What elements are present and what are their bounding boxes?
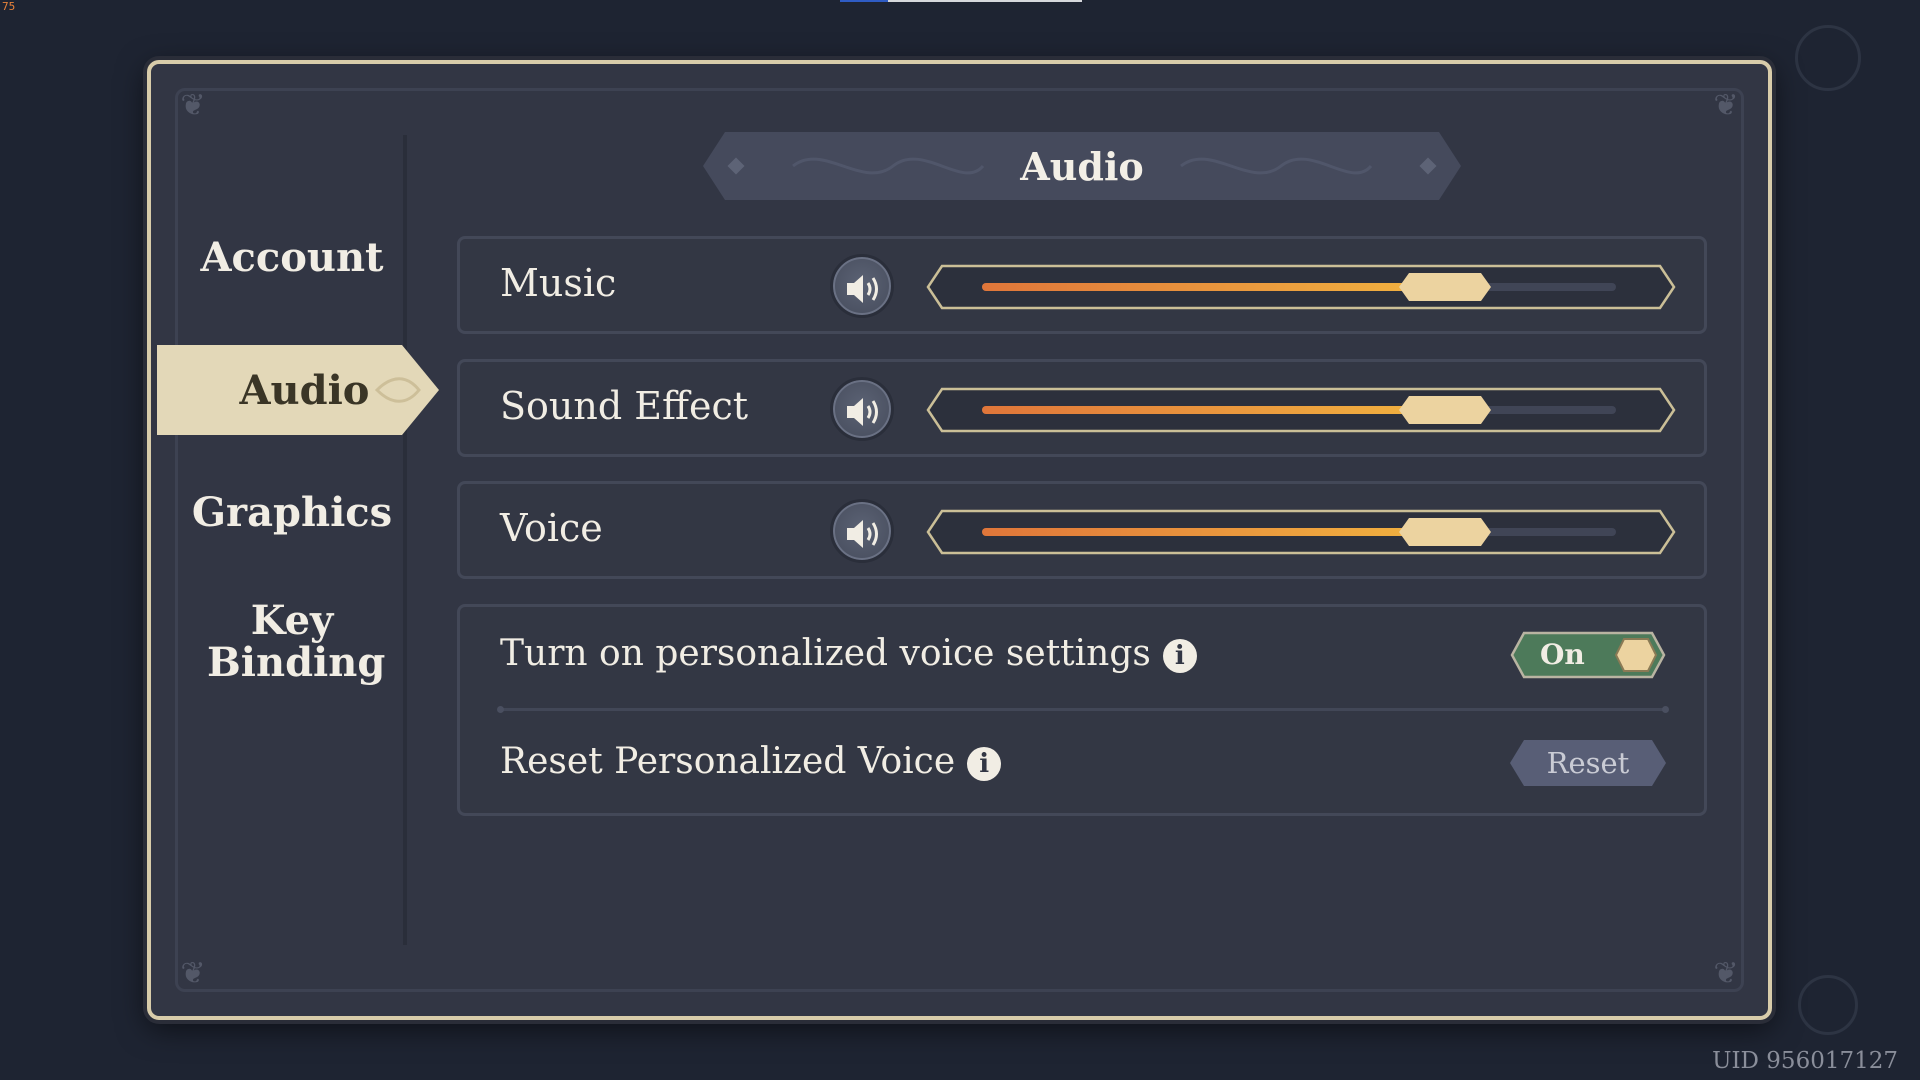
section-header: Audio: [703, 132, 1461, 200]
toggle-state-label: On: [1540, 638, 1585, 671]
sidebar-item-account[interactable]: Account: [147, 234, 437, 281]
sidebar-item-audio[interactable]: Audio: [157, 345, 442, 435]
volume-row-music: Music: [457, 236, 1707, 334]
slider-thumb[interactable]: [1398, 396, 1491, 424]
sidebar-item-label: Audio: [239, 366, 370, 414]
personalized-voice-toggle[interactable]: On: [1510, 631, 1666, 679]
corner-ornament-icon: ❦: [1713, 88, 1739, 123]
music-volume-slider[interactable]: [926, 264, 1676, 310]
background-play-icon: [1795, 25, 1861, 91]
voice-volume-slider[interactable]: [926, 509, 1676, 555]
personalized-voice-box: Turn on personalized voice settings i On …: [457, 604, 1707, 816]
fps-counter: 75: [2, 0, 16, 13]
speaker-icon[interactable]: [830, 377, 894, 441]
page-title: Audio: [1020, 143, 1144, 189]
reset-button[interactable]: Reset: [1510, 740, 1666, 786]
divider: [497, 706, 1669, 713]
personalized-toggle-label: Turn on personalized voice settings: [500, 633, 1151, 674]
slider-fill: [982, 406, 1445, 414]
personalized-reset-row: Reset Personalized Voice i: [500, 741, 1002, 782]
slider-thumb[interactable]: [1398, 273, 1491, 301]
corner-ornament-icon: ❦: [1713, 956, 1739, 991]
reset-button-label: Reset: [1546, 746, 1630, 780]
row-label: Sound Effect: [500, 384, 749, 428]
slider-fill: [982, 283, 1445, 291]
reset-voice-label: Reset Personalized Voice: [500, 741, 956, 782]
user-id-label: UID 956017127: [1712, 1048, 1898, 1074]
volume-row-voice: Voice: [457, 481, 1707, 579]
sound-effect-volume-slider[interactable]: [926, 387, 1676, 433]
speaker-icon[interactable]: [830, 254, 894, 318]
info-icon[interactable]: i: [967, 747, 1002, 781]
personalized-toggle-row: Turn on personalized voice settings i: [500, 633, 1197, 674]
sidebar-item-key-binding[interactable]: Key Binding: [147, 600, 437, 684]
background-skip-icon: [1798, 975, 1858, 1035]
corner-ornament-icon: ❦: [180, 88, 206, 123]
slider-fill: [982, 528, 1445, 536]
row-label: Voice: [500, 506, 603, 550]
info-icon[interactable]: i: [1162, 639, 1197, 673]
slider-thumb[interactable]: [1398, 518, 1491, 546]
sidebar-item-graphics[interactable]: Graphics: [147, 489, 437, 536]
row-label: Music: [500, 261, 617, 305]
corner-ornament-icon: ❦: [180, 956, 206, 991]
volume-row-sound-effect: Sound Effect: [457, 359, 1707, 457]
speaker-icon[interactable]: [830, 499, 894, 563]
top-progress-bar: [840, 0, 1082, 2]
